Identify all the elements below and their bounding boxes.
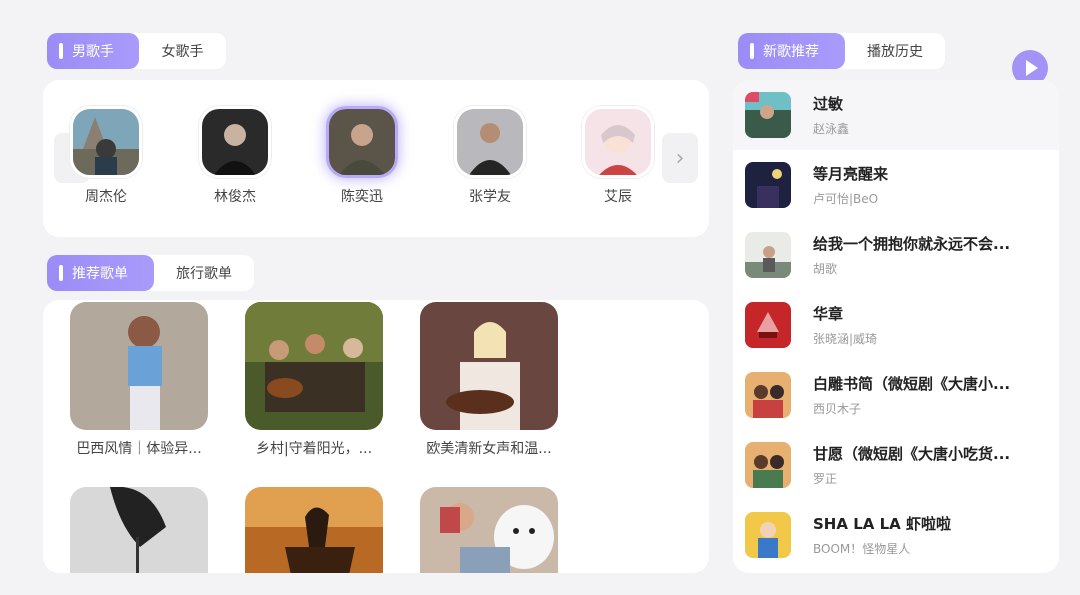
singers-card: ‹ 周杰伦 林俊杰 陈奕迅 张学友 艾辰 ›: [43, 80, 709, 237]
song-cover: [745, 372, 791, 418]
singer-item[interactable]: 艾辰: [573, 106, 663, 206]
song-row[interactable]: 过敏 赵泳鑫: [733, 80, 1059, 150]
avatar: [582, 106, 654, 178]
playlist-item[interactable]: [70, 487, 208, 573]
song-cover: [745, 512, 791, 558]
song-row[interactable]: SHA LA LA 虾啦啦 BOOM！怪物星人: [733, 500, 1059, 570]
song-title: SHA LA LA 虾啦啦: [813, 515, 951, 533]
playlist-cover: [245, 302, 383, 430]
song-row[interactable]: 白雕书简（微短剧《大唐小... 西贝木子: [733, 360, 1059, 430]
song-artist: 罗正: [813, 472, 838, 486]
play-icon: [1025, 60, 1038, 76]
song-tabs: 新歌推荐 播放历史: [738, 33, 945, 69]
tab-label: 播放历史: [867, 44, 923, 60]
song-row[interactable]: 给我一个拥抱你就永远不会... 胡歌: [733, 220, 1059, 290]
singer-item[interactable]: 周杰伦: [61, 106, 151, 206]
song-artist: 卢可怡|BeO: [813, 192, 879, 206]
song-cover: [745, 442, 791, 488]
song-title: 等月亮醒来: [813, 165, 889, 183]
tab-indicator: [750, 43, 754, 59]
avatar: [326, 106, 398, 178]
song-artist: 张晓涵|威琦: [813, 332, 878, 346]
song-artist: 胡歌: [813, 262, 838, 276]
avatar: [199, 106, 271, 178]
tab-travel-playlists[interactable]: 旅行歌单: [154, 255, 254, 291]
songs-card: 过敏 赵泳鑫 等月亮醒来 卢可怡|BeO 给我一个拥抱你就永远不会... 胡歌 …: [733, 80, 1059, 573]
tab-play-history[interactable]: 播放历史: [845, 33, 945, 69]
singer-item[interactable]: 张学友: [445, 106, 535, 206]
song-row[interactable]: 甘愿（微短剧《大唐小吃货... 罗正: [733, 430, 1059, 500]
playlist-cover: [420, 487, 558, 573]
avatar: [70, 106, 142, 178]
song-artist: 赵泳鑫: [813, 122, 850, 136]
playlist-item[interactable]: [245, 487, 383, 573]
song-cover: [745, 162, 791, 208]
song-artist: 西贝木子: [813, 402, 862, 416]
song-row[interactable]: 华章 张晓涵|威琦: [733, 290, 1059, 360]
tab-label: 推荐歌单: [72, 266, 128, 282]
tab-indicator: [59, 43, 63, 59]
tab-label: 女歌手: [161, 44, 204, 60]
song-row[interactable]: 等月亮醒来 卢可怡|BeO: [733, 150, 1059, 220]
singer-name: 艾辰: [604, 189, 632, 205]
tab-recommended-playlists[interactable]: 推荐歌单: [47, 255, 154, 291]
tab-female-singers[interactable]: 女歌手: [139, 33, 226, 69]
singer-name: 张学友: [469, 189, 511, 205]
tab-label: 新歌推荐: [763, 44, 819, 60]
playlist-cover: [420, 302, 558, 430]
playlist-title: 乡村|守着阳光，...: [255, 441, 373, 457]
playlist-item[interactable]: 欧美清新女声和温...: [420, 302, 558, 458]
song-artist: BOOM！怪物星人: [813, 542, 911, 556]
tab-label: 男歌手: [72, 44, 114, 60]
playlist-cover: [70, 302, 208, 430]
singer-name: 周杰伦: [85, 189, 127, 205]
playlist-cover: [70, 487, 208, 573]
song-cover: [745, 92, 791, 138]
tab-indicator: [59, 265, 63, 281]
playlist-title: 欧美清新女声和温...: [426, 441, 552, 457]
chevron-right-icon: ›: [675, 145, 685, 171]
singer-item[interactable]: 陈奕迅: [317, 106, 407, 206]
tab-male-singers[interactable]: 男歌手: [47, 33, 139, 69]
song-title: 白雕书简（微短剧《大唐小...: [813, 375, 1011, 393]
singer-item[interactable]: 林俊杰: [190, 106, 280, 206]
singer-name: 陈奕迅: [341, 189, 383, 205]
singers-next-button[interactable]: ›: [662, 133, 698, 183]
song-title: 过敏: [813, 95, 844, 113]
song-cover: [745, 232, 791, 278]
playlists-card: 巴西风情｜体验异... 乡村|守着阳光，... 欧美清新女声和温...: [43, 300, 709, 573]
tab-new-songs[interactable]: 新歌推荐: [738, 33, 845, 69]
playlist-item[interactable]: 巴西风情｜体验异...: [70, 302, 208, 458]
singer-tabs: 男歌手 女歌手: [47, 33, 226, 69]
playlist-item[interactable]: [420, 487, 558, 573]
playlist-tabs: 推荐歌单 旅行歌单: [47, 255, 254, 291]
playlist-cover: [245, 487, 383, 573]
avatar: [454, 106, 526, 178]
song-title: 给我一个拥抱你就永远不会...: [813, 235, 1011, 253]
playlist-title: 巴西风情｜体验异...: [76, 441, 202, 457]
song-title: 甘愿（微短剧《大唐小吃货...: [813, 445, 1011, 463]
song-title: 华章: [813, 305, 844, 323]
tab-label: 旅行歌单: [176, 266, 232, 282]
playlist-item[interactable]: 乡村|守着阳光，...: [245, 302, 383, 458]
singer-name: 林俊杰: [214, 189, 256, 205]
song-cover: [745, 302, 791, 348]
